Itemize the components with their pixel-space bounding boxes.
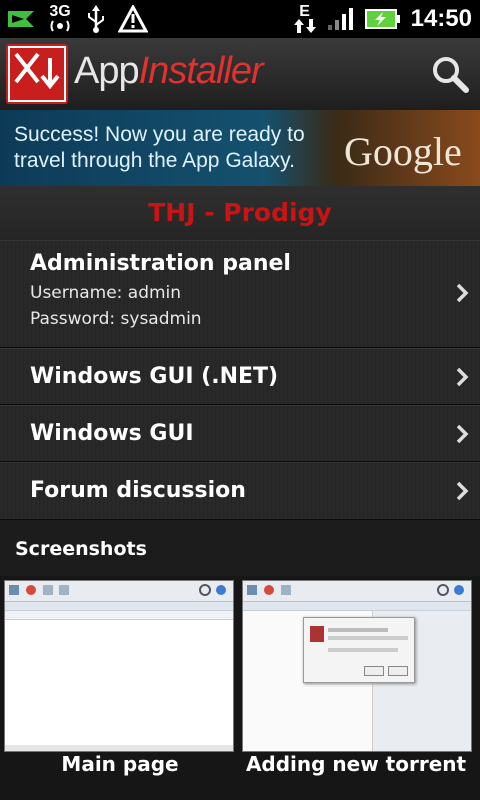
- app-header: AppInstaller: [0, 38, 480, 110]
- warning-icon: [118, 5, 148, 33]
- list-item-forum-discussion[interactable]: Forum discussion: [0, 462, 480, 520]
- network-type-label: 3G: [49, 3, 71, 20]
- list-item-label: Administration panel: [30, 251, 291, 276]
- screenshot-caption: Adding new torrent: [245, 752, 467, 776]
- banner-brand: Google: [344, 129, 462, 174]
- list-item-administration-panel[interactable]: Administration panel Username: admin Pas…: [0, 240, 480, 348]
- password-text: Password: sysadmin: [30, 309, 202, 329]
- page-title: THJ - Prodigy: [148, 198, 332, 227]
- ad-banner[interactable]: Success! Now you are ready to travel thr…: [0, 110, 480, 186]
- wifi-hotspot-icon: 3G: [46, 3, 74, 33]
- username-text: Username: admin: [30, 283, 182, 303]
- page-title-bar: THJ - Prodigy: [0, 186, 480, 240]
- chevron-right-icon: [456, 367, 469, 387]
- list-item-windows-gui[interactable]: Windows GUI: [0, 405, 480, 462]
- chevron-right-icon: [456, 481, 469, 501]
- signal-icon: [327, 8, 353, 30]
- data-type-label: E: [299, 3, 310, 20]
- clock: 14:50: [410, 5, 472, 32]
- banner-text: Success! Now you are ready to travel thr…: [14, 123, 305, 172]
- list-item-windows-gui-net[interactable]: Windows GUI (.NET): [0, 348, 480, 405]
- status-bar: 3G E 14:50: [0, 0, 480, 38]
- link-list: Administration panel Username: admin Pas…: [0, 240, 480, 520]
- usb-icon: [88, 5, 104, 33]
- screenshot-thumbnail-main-page[interactable]: [4, 580, 234, 752]
- app-logo-icon: [6, 44, 68, 104]
- data-activity-icon: E: [293, 3, 317, 33]
- screenshots-gallery: Main page Adding new torrent: [0, 576, 480, 800]
- screenshots-header: Screenshots: [0, 520, 480, 576]
- chevron-right-icon: [456, 283, 469, 303]
- search-icon[interactable]: [430, 54, 470, 94]
- app-title: AppInstaller: [74, 50, 264, 93]
- thumbnail-toolbar: [5, 581, 233, 602]
- app-title-part1: App: [74, 50, 140, 92]
- app-title-part2: Installer: [138, 50, 264, 92]
- chevron-right-icon: [456, 424, 469, 444]
- list-item-label: Forum discussion: [30, 478, 246, 503]
- thumbnail-toolbar: [243, 581, 471, 602]
- screenshot-caption: Main page: [61, 752, 179, 776]
- screenshots-heading: Screenshots: [15, 538, 147, 560]
- list-item-label: Windows GUI: [30, 421, 194, 446]
- list-item-label: Windows GUI (.NET): [30, 364, 279, 389]
- battery-charging-icon: [364, 9, 400, 29]
- screenshot-thumbnail-adding-new-torrent[interactable]: [242, 580, 472, 752]
- notification-flag-icon[interactable]: [6, 7, 36, 31]
